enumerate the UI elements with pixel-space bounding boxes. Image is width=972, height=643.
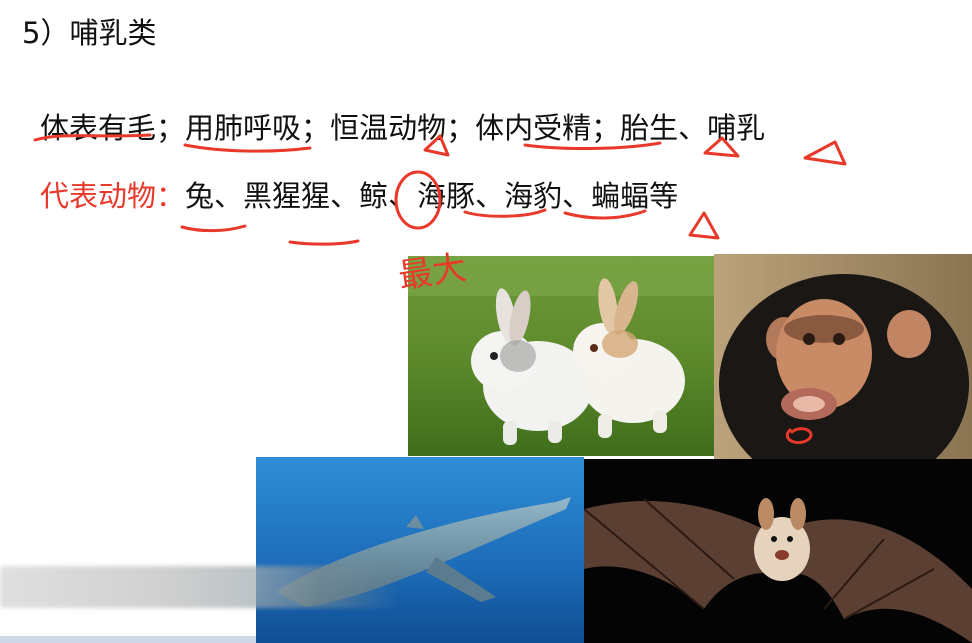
rabbits-photo [408, 256, 714, 456]
bottom-strip [0, 636, 256, 643]
traits-line: 体表有毛；用肺呼吸；恒温动物；体内受精；胎生、哺乳 [40, 105, 765, 147]
separator: 、 [330, 179, 360, 213]
separator: 、 [678, 111, 708, 145]
separator: 、 [562, 179, 592, 213]
underline-example-chimpanzee [288, 239, 360, 246]
trait-internal-fertilization: 体内受精 [475, 111, 592, 145]
trait-hair: 体表有毛 [40, 111, 157, 145]
separator: 、 [388, 179, 418, 213]
separator: ； [591, 111, 621, 145]
trait-viviparous: 胎生 [620, 111, 679, 145]
chimpanzee-photo [714, 254, 972, 459]
separator: ； [446, 111, 476, 145]
slide-heading: 5）哺乳类 [22, 16, 157, 50]
trait-warm-blooded: 恒温动物 [330, 111, 447, 145]
trait-lactation: 哺乳 [707, 111, 766, 145]
triangle-mark [803, 140, 847, 166]
separator: 、 [475, 179, 505, 213]
separator: 、 [214, 179, 244, 213]
examples-line: 代表动物：兔、黑猩猩、鲸、海豚、海豹、蝙蝠等 [40, 173, 678, 215]
examples-label: 代表动物： [40, 179, 186, 213]
separator: ； [156, 111, 186, 145]
blurred-watermark [0, 566, 400, 608]
trait-lungs: 用肺呼吸 [185, 111, 302, 145]
example-whale: 鲸 [359, 179, 389, 213]
example-rabbit: 兔 [185, 179, 215, 213]
example-seal: 海豹 [504, 179, 563, 213]
example-chimpanzee: 黑猩猩 [243, 179, 331, 213]
example-bat: 蝙蝠等 [591, 179, 679, 213]
slide: 5）哺乳类 体表有毛；用肺呼吸；恒温动物；体内受精；胎生、哺乳 代表动物：兔、黑… [0, 0, 972, 643]
separator: ； [301, 111, 331, 145]
bat-photo [584, 459, 972, 643]
underline-example-rabbit [180, 224, 247, 233]
triangle-mark [688, 211, 720, 240]
whale-photo [256, 457, 584, 643]
example-dolphin: 海豚 [417, 179, 476, 213]
